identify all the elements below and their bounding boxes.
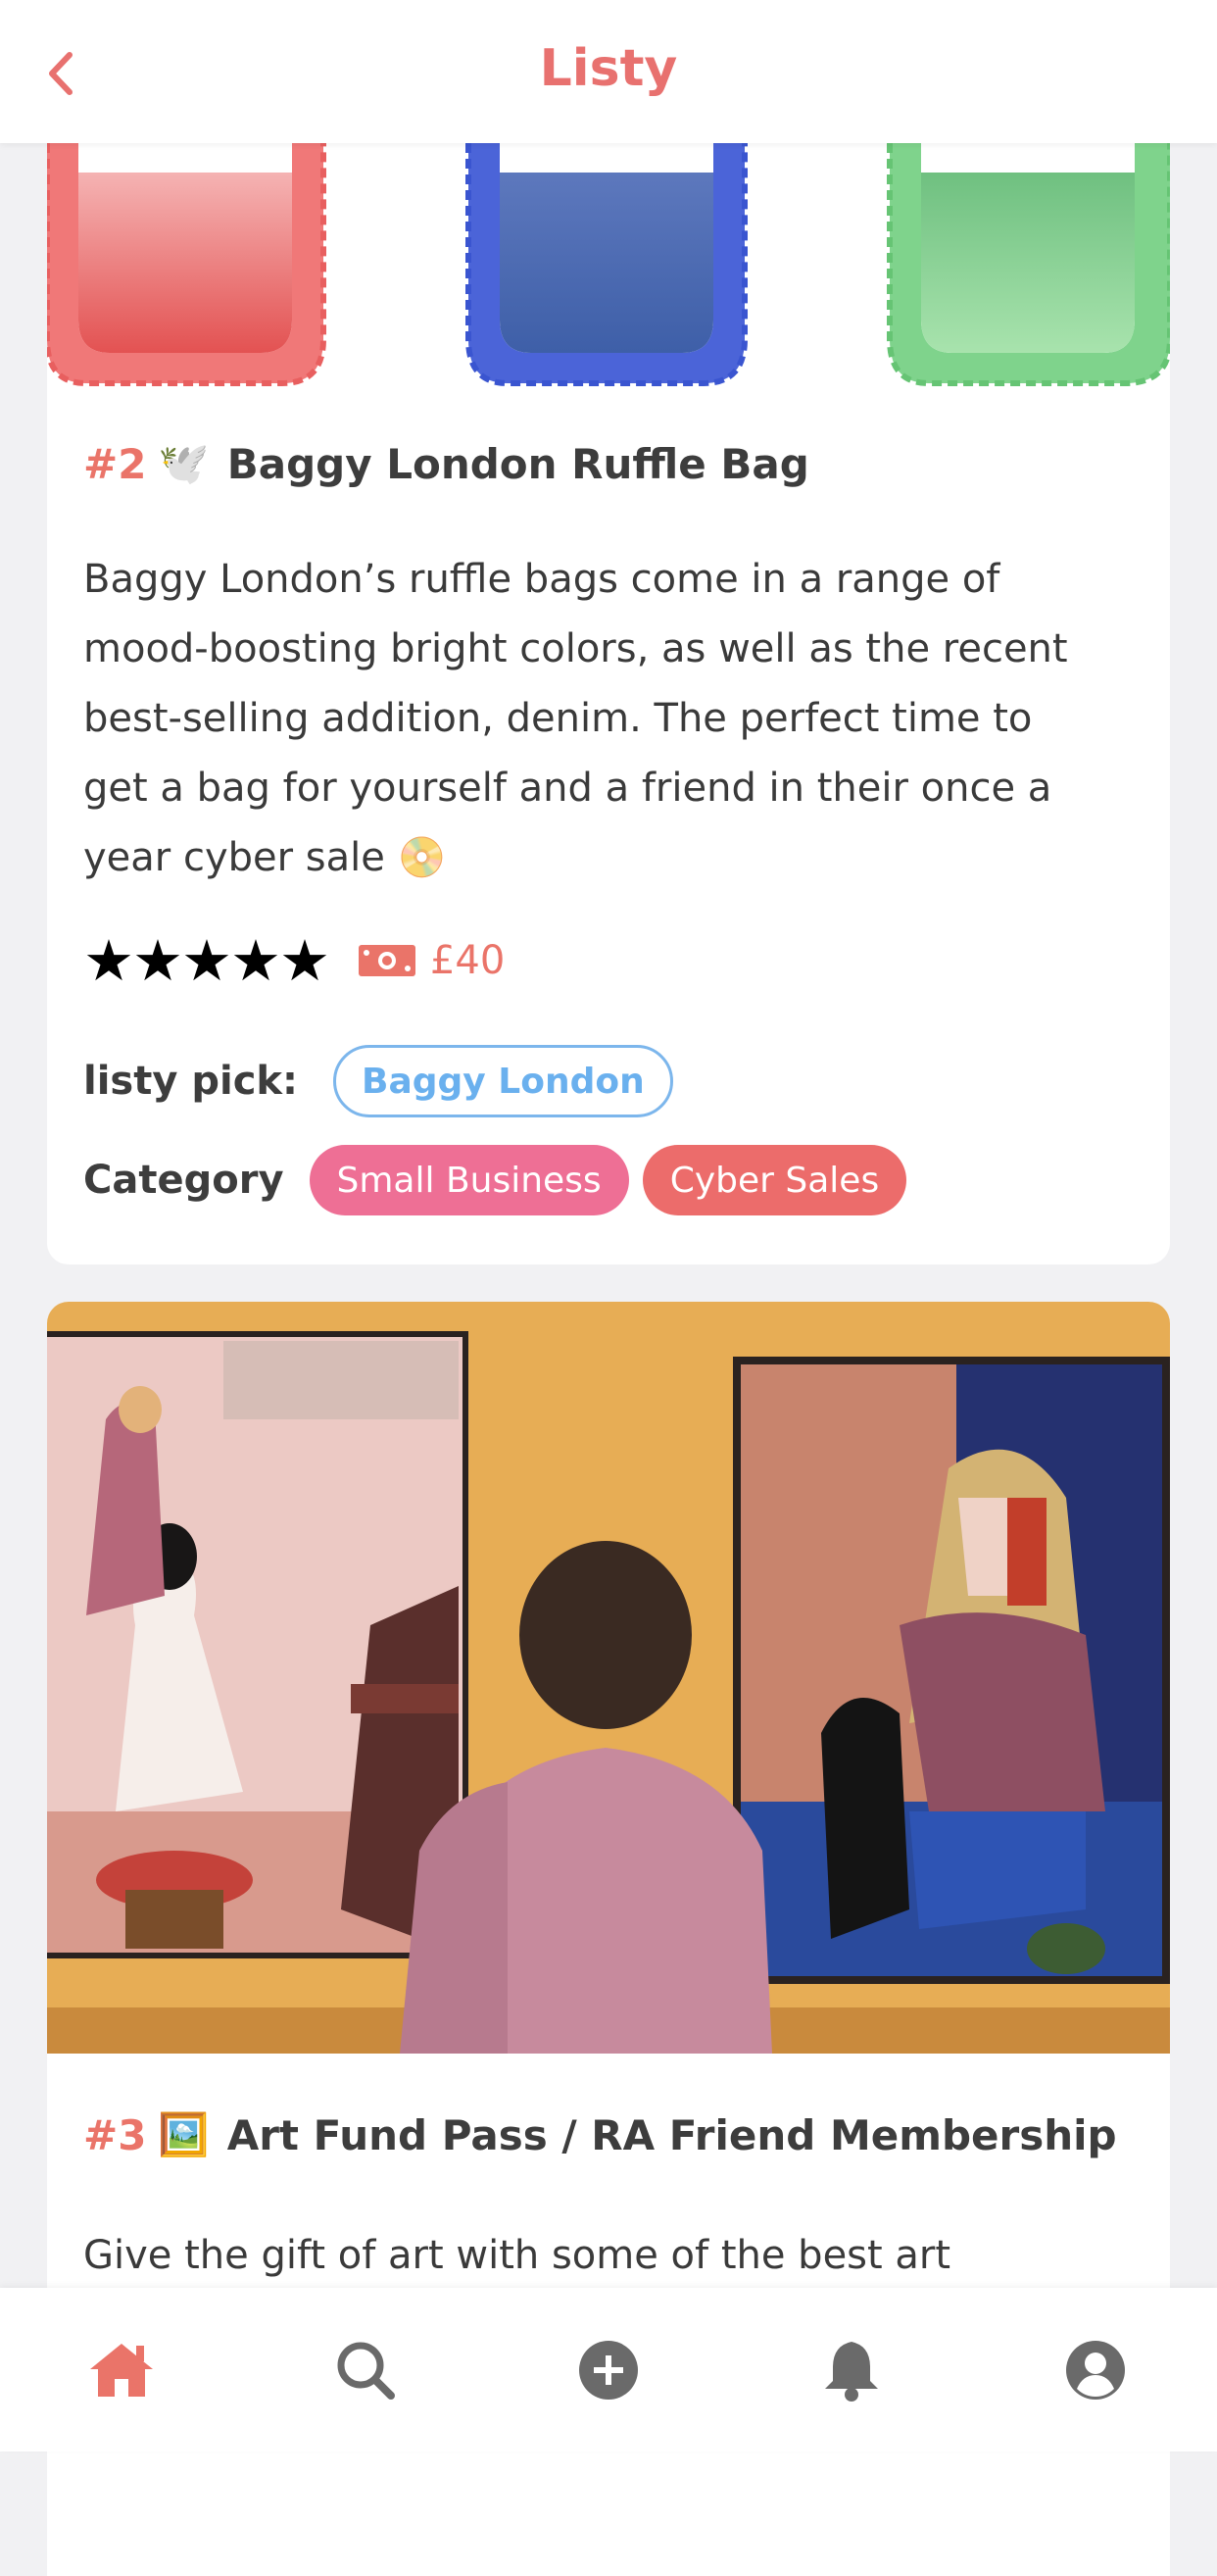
item-description: Give the gift of art with some of the be… bbox=[83, 2221, 1142, 2291]
description-line: Baggy London’s ruffle bags come in a ran… bbox=[83, 557, 1000, 602]
nav-home[interactable] bbox=[77, 2326, 166, 2414]
listy-pick-label: listy pick: bbox=[83, 1059, 299, 1104]
product-image bbox=[47, 143, 1170, 386]
add-icon bbox=[578, 2340, 638, 2400]
nav-search[interactable] bbox=[321, 2326, 410, 2414]
category-tag[interactable]: Cyber Sales bbox=[642, 1145, 907, 1215]
nav-add[interactable] bbox=[564, 2326, 653, 2414]
profile-icon bbox=[1065, 2340, 1125, 2400]
app-header: Listy bbox=[0, 0, 1217, 143]
category-row: Category Small Business Cyber Sales bbox=[83, 1145, 907, 1215]
item-rank: #3 bbox=[83, 2110, 147, 2159]
list-item-card[interactable]: #2 🕊️ Baggy London Ruffle Bag Baggy Lond… bbox=[47, 143, 1170, 1264]
dove-icon: 🕊️ bbox=[158, 439, 210, 487]
listy-pick-link[interactable]: Baggy London bbox=[333, 1045, 673, 1117]
nav-notifications[interactable] bbox=[807, 2326, 896, 2414]
page-title: Listy bbox=[539, 39, 678, 98]
item-description: Baggy London’s ruffle bags come in a ran… bbox=[83, 545, 1142, 893]
listy-pick-row: listy pick: Baggy London bbox=[83, 1045, 673, 1117]
rating-price-row: ★★★★★ £40 bbox=[83, 927, 505, 994]
description-line: mood-boosting bright colors, as well as … bbox=[83, 626, 1068, 671]
category-label: Category bbox=[83, 1158, 284, 1203]
price-tag: £40 bbox=[358, 938, 505, 983]
category-tag[interactable]: Small Business bbox=[309, 1145, 629, 1215]
price-value: £40 bbox=[429, 938, 506, 983]
description-line: year cyber sale 📀 bbox=[83, 835, 447, 880]
item-title: #3 🖼️ Art Fund Pass / RA Friend Membersh… bbox=[83, 2110, 1117, 2159]
item-title: #2 🕊️ Baggy London Ruffle Bag bbox=[83, 439, 809, 488]
item-rank: #2 bbox=[83, 439, 147, 488]
item-title-text: Baggy London Ruffle Bag bbox=[226, 439, 809, 488]
money-icon bbox=[358, 945, 415, 976]
item-title-text: Art Fund Pass / RA Friend Membership bbox=[226, 2110, 1117, 2159]
bottom-navigation bbox=[0, 2288, 1217, 2452]
description-line: Give the gift of art with some of the be… bbox=[83, 2233, 951, 2278]
search-icon bbox=[337, 2342, 395, 2400]
bell-icon bbox=[825, 2341, 879, 2402]
star-rating: ★★★★★ bbox=[83, 927, 330, 994]
home-icon bbox=[90, 2343, 154, 2397]
framed-picture-icon: 🖼️ bbox=[158, 2110, 210, 2158]
description-line: best-selling addition, denim. The perfec… bbox=[83, 696, 1033, 741]
item-image bbox=[47, 1302, 1170, 2054]
description-line: get a bag for yourself and a friend in t… bbox=[83, 766, 1052, 811]
nav-profile[interactable] bbox=[1051, 2326, 1140, 2414]
